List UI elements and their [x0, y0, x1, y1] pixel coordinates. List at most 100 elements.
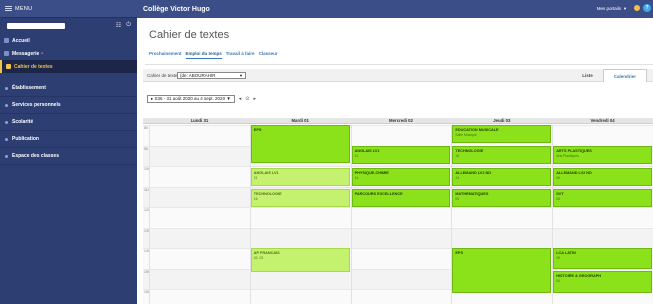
event-title: AP FRANCAIS [253, 251, 280, 255]
view-tabs: Liste Calendrier [572, 69, 647, 82]
hamburger-icon[interactable] [5, 6, 12, 11]
calendar-event[interactable]: LCA LATIN 05 [553, 248, 652, 269]
tab-classeur[interactable]: Classeur [259, 51, 278, 59]
calendar-event[interactable]: PHYSIQUE-CHIMIE 14 [351, 168, 451, 187]
event-title: ALLEMAND LV2 ND [455, 171, 491, 176]
settings-icon[interactable]: ☷ [116, 22, 121, 29]
sidebar-section-label: Services personnels [12, 102, 61, 108]
sidebar-section-publication[interactable]: Publication [0, 131, 137, 148]
event-title: HISTOIRE & GEOGRAPH [556, 273, 602, 278]
calendar-event[interactable]: SVT 08 [553, 188, 652, 207]
day-header: Mercredi 02 [389, 118, 413, 123]
notification-badge: • [41, 50, 44, 57]
calendar-event[interactable]: AP FRANCAIS 02, 03 [250, 248, 350, 272]
tab-emploi-du-temps[interactable]: Emploi du temps [185, 51, 222, 59]
event-room: 16 [253, 196, 258, 201]
week-select[interactable]: ▸ S36 - 31 août 2020 au 4 sept. 2020 ▼ [147, 95, 235, 103]
event-room: 06 [556, 176, 560, 181]
event-room: 24 [455, 176, 460, 181]
event-title: ANGLAIS LV1 [253, 171, 279, 176]
calendar-event[interactable]: ANGLAIS LV1 21 [250, 168, 350, 187]
day-header: Lundi 31 [190, 118, 209, 123]
tab-liste[interactable]: Liste [572, 69, 603, 82]
sidebar: MENU ☷ ⏻ Accueil Messagerie • Cahier de … [0, 0, 137, 304]
event-title: MATHEMATIQUES [455, 191, 489, 196]
calendar-event[interactable]: TECHNOLOGIE 16 [250, 188, 350, 207]
cahier-select[interactable]: (de: ABOURAHIR ▼ [177, 72, 246, 79]
sidebar-section-label: Scolarité [12, 119, 34, 125]
select-value: (de: ABOURAHIR [180, 73, 216, 78]
sidebar-menu-header[interactable]: MENU [0, 0, 137, 18]
portals-menu[interactable]: Mes portails ▼ [597, 6, 627, 11]
event-room: 08 [556, 196, 560, 201]
day-header: Jeudi 03 [493, 118, 511, 123]
calendar-event[interactable]: PARCOURS EXCELLENCE [351, 188, 451, 207]
event-title: SVT [556, 191, 564, 196]
tab-bar: Prochainement Emploi du temps Travail à … [149, 51, 278, 59]
event-room: 02, 03 [253, 256, 264, 260]
time-row: 13h [143, 227, 653, 248]
event-title: TECHNOLOGIE [455, 148, 484, 153]
menu-label: MENU [15, 5, 33, 12]
event-room: 16 [455, 153, 460, 158]
calendar-event[interactable]: EPS [250, 125, 350, 163]
event-room: 14 [354, 176, 359, 181]
event-title: ARTS PLASTIQUES [556, 148, 592, 153]
divider [145, 64, 653, 65]
bullet-icon [5, 104, 8, 107]
sidebar-section-label: Établissement [12, 85, 46, 91]
event-title: ALLEMAND LV2 ND [556, 171, 592, 176]
time-row: 12h [143, 207, 653, 228]
page-title: Cahier de textes [149, 29, 230, 41]
bullet-icon [5, 155, 8, 158]
calendar-event[interactable]: ALLEMAND LV2 ND 24 [452, 168, 552, 187]
prev-week-icon[interactable]: ◂ [239, 96, 242, 102]
school-name[interactable]: Collège Victor Hugo [143, 6, 210, 13]
event-room: Salle Musique [455, 133, 477, 137]
event-room: 05 [556, 256, 560, 260]
sidebar-section-services[interactable]: Services personnels [0, 97, 137, 114]
calendar-event[interactable]: ANGLAIS LV1 21 [351, 145, 451, 164]
today-icon[interactable]: ⊙ [245, 96, 249, 102]
next-week-icon[interactable]: ▸ [254, 96, 257, 102]
calendar-event[interactable]: ALLEMAND LV2 ND 06 [553, 168, 652, 187]
sidebar-section-espace-classes[interactable]: Espace des classes [0, 148, 137, 165]
tab-prochainement[interactable]: Prochainement [149, 51, 182, 59]
sidebar-item-cahier-de-textes[interactable]: Cahier de textes [0, 60, 137, 73]
event-title: TECHNOLOGIE [253, 191, 282, 196]
calendar-event[interactable]: MATHEMATIQUES 05 [452, 188, 552, 207]
location-pin-icon[interactable] [634, 5, 640, 11]
calendar-event[interactable]: ARTS PLASTIQUES Arts Plastiques [553, 145, 652, 164]
chevron-down-icon: ▼ [623, 6, 627, 11]
day-header: Mardi 01 [291, 118, 309, 123]
day-header: Vendredi 04 [590, 118, 615, 123]
sidebar-item-accueil[interactable]: Accueil [0, 34, 137, 47]
tab-calendrier[interactable]: Calendrier [602, 69, 647, 82]
sidebar-item-label: Cahier de textes [14, 63, 53, 70]
tab-travail-a-faire[interactable]: Travail à faire [226, 51, 255, 59]
sidebar-section-label: Espace des classes [12, 153, 59, 159]
event-title: LCA LATIN [556, 251, 576, 255]
event-room: 21 [253, 176, 258, 181]
sidebar-item-messagerie[interactable]: Messagerie • [0, 47, 137, 60]
calendar-event[interactable]: TECHNOLOGIE 16 [452, 145, 552, 164]
help-icon[interactable]: ? [643, 4, 651, 12]
bullet-icon [5, 138, 8, 141]
event-room: 04 [556, 278, 560, 283]
event-title: PARCOURS EXCELLENCE [354, 191, 403, 196]
bullet-icon [5, 121, 8, 124]
calendar-event[interactable]: EDUCATION MUSICALE Salle Musique [452, 125, 552, 144]
chevron-down-icon: ▼ [239, 73, 243, 78]
user-name [5, 23, 65, 30]
event-title: EPS [455, 251, 463, 255]
calendar-event[interactable]: EPS [452, 248, 552, 294]
time-row: 8h [143, 125, 653, 146]
calendar: Lundi 31 Mardi 01 Mercredi 02 Jeudi 03 Vendr… [143, 118, 653, 304]
power-icon[interactable]: ⏻ [126, 22, 131, 29]
sidebar-section-scolarite[interactable]: Scolarité [0, 114, 137, 131]
sidebar-section-etablissement[interactable]: Établissement [0, 80, 137, 97]
calendar-header: Lundi 31 Mardi 01 Mercredi 02 Jeudi 03 Vendr… [143, 118, 653, 124]
calendar-event[interactable]: HISTOIRE & GEOGRAPH 04 [553, 270, 652, 294]
column-divider [149, 125, 150, 304]
top-bar: Collège Victor Hugo Mes portails ▼ ? [137, 0, 653, 18]
